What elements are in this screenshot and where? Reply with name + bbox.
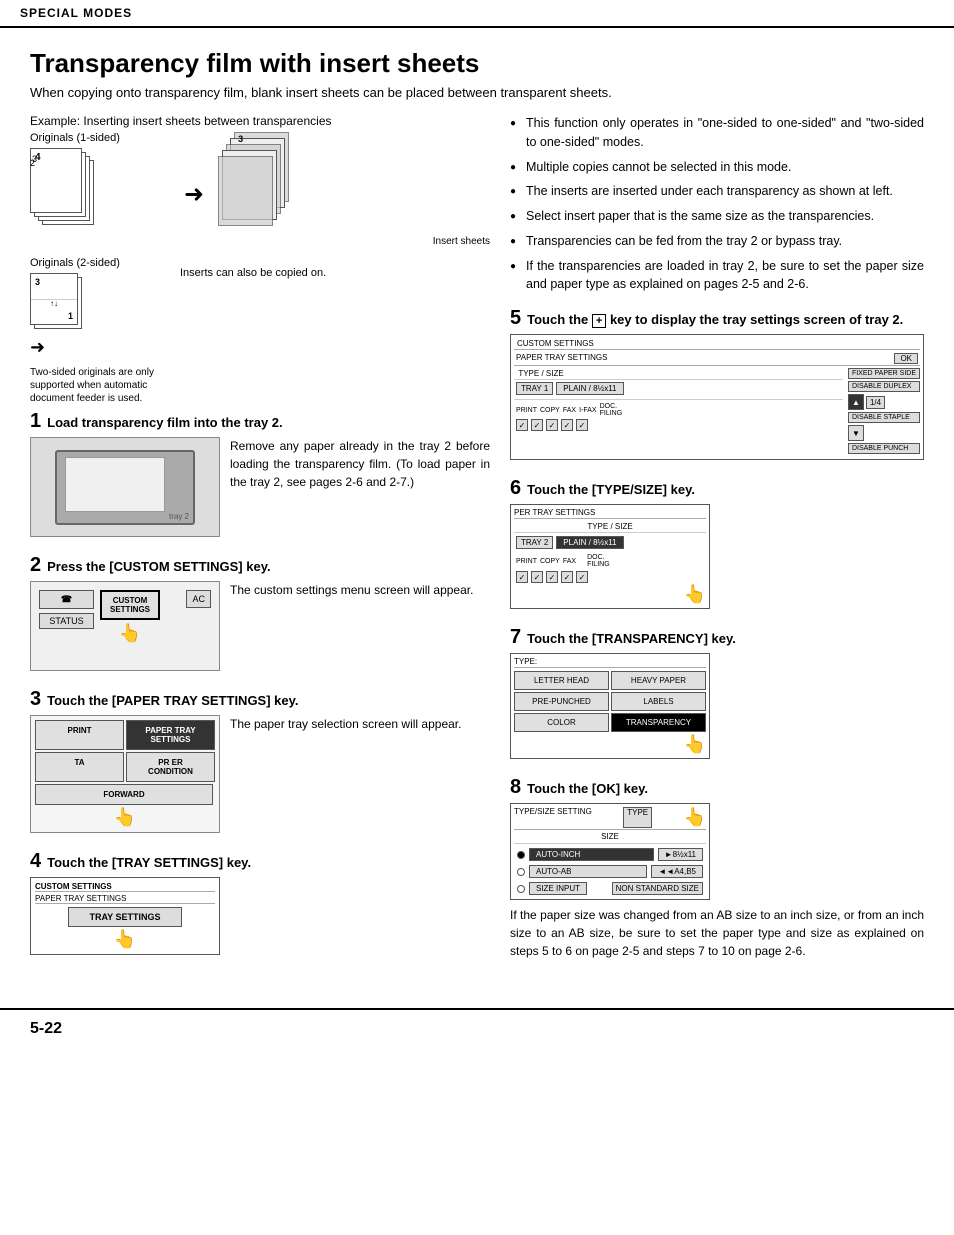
- tray-diagram: tray 2: [55, 450, 195, 525]
- step-1: 1 Load transparency film into the tray 2…: [30, 411, 490, 537]
- originals-box: Originals (1-sided) 4 3 2: [30, 132, 170, 247]
- bullet-4: Select insert paper that is the same siz…: [510, 207, 924, 226]
- step-2-desc: The custom settings menu screen will app…: [230, 581, 490, 671]
- step-8-desc: If the paper size was changed from an AB…: [510, 906, 924, 960]
- step-4-header: 4 Touch the [TRAY SETTINGS] key.: [30, 851, 490, 871]
- step-3-image: PRINT PAPER TRAYSETTINGS TA PR ERCONDITI…: [30, 715, 220, 833]
- special-modes-label: SPECIAL MODES: [20, 6, 132, 20]
- step-5: 5 Touch the + key to display the tray se…: [510, 308, 924, 460]
- left-column: Example: Inserting insert sheets between…: [30, 114, 490, 978]
- page-title: Transparency film with insert sheets: [30, 48, 924, 79]
- bullet-6: If the transparencies are loaded in tray…: [510, 257, 924, 295]
- type-heavy: HEAVY PAPER: [611, 671, 706, 690]
- menu-printer-condition: PR ERCONDITION: [126, 752, 215, 782]
- menu-forward: FORWARD: [35, 784, 213, 805]
- step-6: 6 Touch the [TYPE/SIZE] key. PER TRAY SE…: [510, 478, 924, 609]
- originals-1sided-label: Originals (1-sided): [30, 132, 170, 144]
- step-6-title: Touch the [TYPE/SIZE] key.: [527, 482, 695, 497]
- originals-2sided-label: Originals (2-sided): [30, 257, 170, 269]
- step-1-title: Load transparency film into the tray 2.: [47, 415, 283, 430]
- menu-grid: PRINT PAPER TRAYSETTINGS TA PR ERCONDITI…: [35, 720, 215, 782]
- type-prepunched: PRE-PUNCHED: [514, 692, 609, 711]
- insert-sheets-label: Insert sheets: [218, 236, 490, 247]
- step-5-num: 5: [510, 308, 521, 328]
- inserts-note: Inserts can also be copied on.: [180, 257, 340, 405]
- step-3-body: PRINT PAPER TRAYSETTINGS TA PR ERCONDITI…: [30, 715, 490, 833]
- type-button-grid: LETTER HEAD HEAVY PAPER PRE-PUNCHED LABE…: [514, 671, 706, 732]
- step-5-title: Touch the + key to display the tray sett…: [527, 312, 903, 327]
- diagram-area: Originals (1-sided) 4 3 2 ➜: [30, 132, 490, 247]
- menu-print: PRINT: [35, 720, 124, 750]
- step-2-body: ☎ STATUS CUSTOMSETTINGS 👆 AC The custom …: [30, 581, 490, 671]
- bullet-2: Multiple copies cannot be selected in th…: [510, 158, 924, 177]
- step-6-num: 6: [510, 478, 521, 498]
- menu-paper-tray: PAPER TRAYSETTINGS: [126, 720, 215, 750]
- menu-ta: TA: [35, 752, 124, 782]
- right-column: This function only operates in "one-side…: [510, 114, 924, 978]
- step-2-image: ☎ STATUS CUSTOMSETTINGS 👆 AC: [30, 581, 220, 671]
- step-4-num: 4: [30, 851, 41, 871]
- step-7-header: 7 Touch the [TRANSPARENCY] key.: [510, 627, 924, 647]
- step-8: 8 Touch the [OK] key. TYPE/SIZE SETTING …: [510, 777, 924, 960]
- step-7-screen: TYPE: LETTER HEAD HEAVY PAPER PRE-PUNCHE…: [510, 653, 710, 759]
- type-transparency[interactable]: TRANSPARENCY: [611, 713, 706, 732]
- step-5-screen: CUSTOM SETTINGS PAPER TRAY SETTINGS OK T…: [510, 334, 924, 460]
- paper-diagram: [65, 457, 165, 512]
- step-3-num: 3: [30, 689, 41, 709]
- step-2-header: 2 Press the [CUSTOM SETTINGS] key.: [30, 555, 490, 575]
- step-1-num: 1: [30, 411, 41, 431]
- page-number: 5-22: [30, 1020, 62, 1037]
- type-letterhead: LETTER HEAD: [514, 671, 609, 690]
- output-stack: 3 Insert sheets: [218, 132, 490, 247]
- arrow-to-output: ➜: [180, 142, 208, 247]
- bullet-3: The inserts are inserted under each tran…: [510, 182, 924, 201]
- step-1-image: tray 2: [30, 437, 220, 537]
- two-sided-note: Two-sided originals are only supported w…: [30, 366, 170, 405]
- step-3-header: 3 Touch the [PAPER TRAY SETTINGS] key.: [30, 689, 490, 709]
- step-3: 3 Touch the [PAPER TRAY SETTINGS] key. P…: [30, 689, 490, 833]
- diagram-bottom: Originals (2-sided) 3 1 ↑↓ ➜ Two-sided: [30, 257, 490, 405]
- two-column-layout: Example: Inserting insert sheets between…: [30, 114, 924, 978]
- step-2-num: 2: [30, 555, 41, 575]
- step-6-header: 6 Touch the [TYPE/SIZE] key.: [510, 478, 924, 498]
- example-label: Example: Inserting insert sheets between…: [30, 114, 490, 128]
- step-5-header: 5 Touch the + key to display the tray se…: [510, 308, 924, 328]
- main-content: Transparency film with insert sheets Whe…: [0, 28, 954, 998]
- step-3-desc: The paper tray selection screen will app…: [230, 715, 490, 833]
- originals-2sided-box: Originals (2-sided) 3 1 ↑↓ ➜ Two-sided: [30, 257, 170, 405]
- step-8-screen: TYPE/SIZE SETTING TYPE 👆 SIZE AUTO-INCH …: [510, 803, 710, 900]
- step-2: 2 Press the [CUSTOM SETTINGS] key. ☎ STA…: [30, 555, 490, 671]
- type-labels: LABELS: [611, 692, 706, 711]
- step-4-image: CUSTOM SETTINGS PAPER TRAY SETTINGS TRAY…: [30, 877, 220, 955]
- subtitle: When copying onto transparency film, bla…: [30, 85, 924, 100]
- bullet-5: Transparencies can be fed from the tray …: [510, 232, 924, 251]
- step-1-header: 1 Load transparency film into the tray 2…: [30, 411, 490, 431]
- step-8-num: 8: [510, 777, 521, 797]
- step-4-body: CUSTOM SETTINGS PAPER TRAY SETTINGS TRAY…: [30, 877, 490, 955]
- step-6-screen: PER TRAY SETTINGS TYPE / SIZE TRAY 2 PLA…: [510, 504, 710, 609]
- top-bar: SPECIAL MODES: [0, 0, 954, 28]
- bullet-1: This function only operates in "one-side…: [510, 114, 924, 152]
- bullet-list: This function only operates in "one-side…: [510, 114, 924, 294]
- step-1-body: tray 2 Remove any paper already in the t…: [30, 437, 490, 537]
- page-footer: 5-22: [0, 1008, 954, 1048]
- step-7: 7 Touch the [TRANSPARENCY] key. TYPE: LE…: [510, 627, 924, 759]
- step-1-desc: Remove any paper already in the tray 2 b…: [230, 437, 490, 537]
- step-4: 4 Touch the [TRAY SETTINGS] key. CUSTOM …: [30, 851, 490, 955]
- step-3-title: Touch the [PAPER TRAY SETTINGS] key.: [47, 693, 298, 708]
- step-7-title: Touch the [TRANSPARENCY] key.: [527, 631, 736, 646]
- step-4-title: Touch the [TRAY SETTINGS] key.: [47, 855, 251, 870]
- type-color: COLOR: [514, 713, 609, 732]
- step-2-title: Press the [CUSTOM SETTINGS] key.: [47, 559, 270, 574]
- step-8-title: Touch the [OK] key.: [527, 781, 648, 796]
- step-7-num: 7: [510, 627, 521, 647]
- step-8-header: 8 Touch the [OK] key.: [510, 777, 924, 797]
